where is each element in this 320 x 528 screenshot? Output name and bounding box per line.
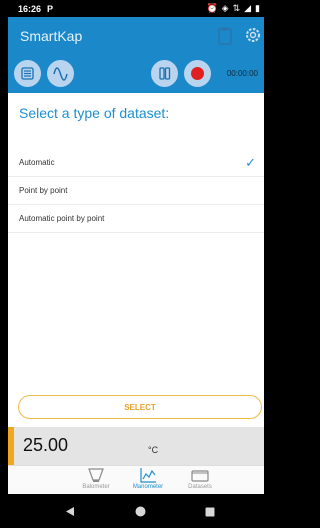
- home-icon[interactable]: [135, 506, 146, 517]
- recents-icon[interactable]: [205, 507, 215, 517]
- list-item-automatic-point-by-point[interactable]: Automatic point by point: [8, 205, 264, 233]
- system-nav-bar: [8, 494, 264, 528]
- tab-label: Manometer: [132, 484, 164, 490]
- chart-icon: [140, 468, 156, 483]
- accent-bar: [8, 427, 14, 467]
- status-bar: 16:26 P ⏰ ◈ ⇅ ◢ ▮: [8, 0, 264, 17]
- tab-label: Balometer: [82, 484, 110, 490]
- list-icon: [21, 67, 34, 80]
- balometer-icon: [88, 468, 104, 482]
- select-button[interactable]: SELECT: [18, 395, 262, 419]
- clipboard-icon[interactable]: [218, 27, 232, 50]
- measurement-readout: 25.00 °C: [8, 427, 264, 467]
- app-screen: SmartKap 00:00:00 Select a type of datas…: [8, 17, 264, 494]
- app-title: SmartKap: [20, 28, 83, 44]
- list-item-automatic[interactable]: Automatic ✓: [8, 149, 264, 177]
- control-toolbar: 00:00:00: [8, 55, 264, 93]
- reading-unit: °C: [148, 445, 159, 455]
- data-icon: ⇅: [232, 3, 241, 13]
- reading-value: 25.00: [23, 435, 69, 455]
- back-icon[interactable]: [65, 506, 75, 517]
- record-icon: [191, 67, 204, 80]
- page-title: Select a type of dataset:: [19, 105, 170, 121]
- app-bar: SmartKap: [8, 17, 264, 55]
- option-label: Point by point: [19, 186, 68, 195]
- tab-manometer[interactable]: Manometer: [118, 466, 178, 494]
- list-button[interactable]: [14, 60, 41, 87]
- notification-badge: P: [47, 3, 54, 14]
- device-bezel: [0, 0, 8, 528]
- pause-button[interactable]: [151, 60, 178, 87]
- pause-icon: [159, 67, 171, 80]
- check-icon: ✓: [245, 154, 256, 170]
- battery-icon: ▮: [255, 3, 260, 13]
- tab-label: Datasets: [188, 484, 212, 490]
- list-item-point-by-point[interactable]: Point by point: [8, 177, 264, 205]
- tab-datasets[interactable]: Datasets: [170, 466, 230, 494]
- tab-balometer[interactable]: Balometer: [66, 466, 126, 494]
- recording-timer: 00:00:00: [226, 69, 258, 78]
- signal-icon: ◢: [244, 3, 252, 13]
- status-time: 16:26: [18, 3, 42, 14]
- option-label: Automatic point by point: [19, 214, 105, 223]
- alarm-icon: ⏰: [206, 3, 218, 13]
- bottom-tab-bar: Balometer Manometer Datasets: [8, 465, 264, 494]
- settings-icon[interactable]: [244, 26, 262, 49]
- vibrate-icon: ◈: [221, 3, 229, 13]
- option-label: Automatic: [19, 158, 55, 167]
- record-button[interactable]: [184, 60, 211, 87]
- folder-icon: [191, 470, 209, 482]
- waveform-button[interactable]: [47, 60, 74, 87]
- sine-wave-icon: [53, 67, 68, 81]
